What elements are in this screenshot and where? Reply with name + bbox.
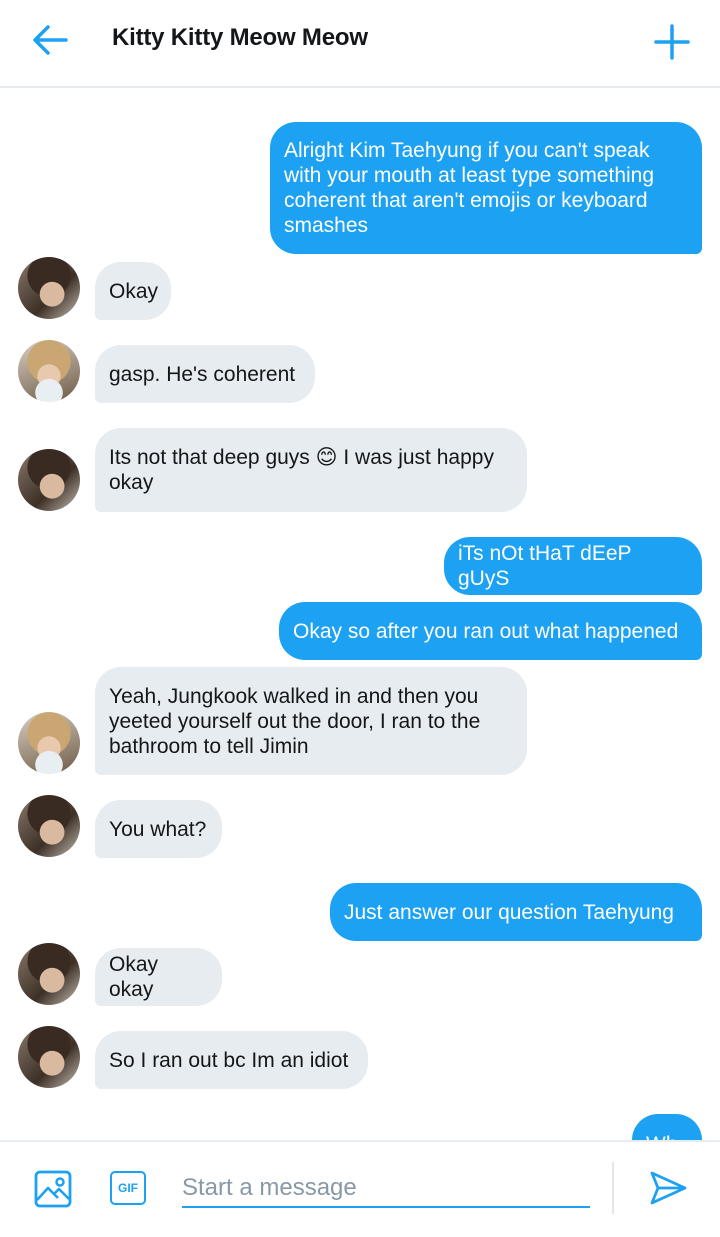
gif-button[interactable]: GIF	[110, 1171, 146, 1205]
outgoing-message[interactable]: iTs nOt tHaT dEeP gUyS	[444, 537, 702, 595]
message-text: Just answer our question Taehyung	[344, 900, 674, 924]
message-text: Yeah, Jungkook walked in and then you ye…	[109, 684, 481, 758]
avatar[interactable]	[18, 257, 80, 319]
incoming-message[interactable]: Its not that deep guys 😊 I was just happ…	[95, 428, 527, 512]
avatar[interactable]	[18, 943, 80, 1005]
message-text: Its not that deep guys 😊 I was just happ…	[109, 446, 494, 494]
message-text: Wh	[646, 1132, 678, 1140]
avatar[interactable]	[18, 712, 80, 774]
avatar[interactable]	[18, 1026, 80, 1088]
message-text: Alright Kim Taehyung if you can't speak …	[284, 139, 655, 237]
plus-icon[interactable]	[652, 22, 692, 62]
incoming-message[interactable]: Okay okay	[95, 948, 222, 1006]
message-list[interactable]: Alright Kim Taehyung if you can't speak …	[0, 90, 720, 1140]
message-text: You what?	[109, 817, 207, 841]
gif-label: GIF	[118, 1181, 138, 1195]
incoming-message[interactable]: You what?	[95, 800, 222, 858]
send-icon[interactable]	[648, 1168, 688, 1208]
message-text: Okay okay	[109, 953, 164, 1001]
avatar[interactable]	[18, 340, 80, 402]
message-text: Okay	[109, 279, 159, 303]
conversation-header: Kitty Kitty Meow Meow	[0, 0, 720, 88]
message-text: gasp. He's coherent	[109, 362, 296, 386]
composer-divider	[612, 1162, 614, 1214]
incoming-message[interactable]: Okay	[95, 262, 171, 320]
arrow-left-icon[interactable]	[30, 22, 70, 58]
conversation-title: Kitty Kitty Meow Meow	[112, 24, 368, 51]
outgoing-message[interactable]: Okay so after you ran out what happened	[279, 602, 702, 660]
message-text: So I ran out bc Im an idiot	[109, 1048, 349, 1072]
message-text: iTs nOt tHaT dEeP gUyS	[458, 542, 637, 590]
avatar[interactable]	[18, 449, 80, 511]
avatar[interactable]	[18, 795, 80, 857]
incoming-message[interactable]: Yeah, Jungkook walked in and then you ye…	[95, 667, 527, 775]
message-composer: GIF	[0, 1140, 720, 1237]
message-input[interactable]	[182, 1170, 590, 1208]
outgoing-message[interactable]: Wh	[632, 1114, 702, 1140]
image-icon[interactable]	[34, 1170, 72, 1208]
outgoing-message[interactable]: Just answer our question Taehyung	[330, 883, 702, 941]
outgoing-message[interactable]: Alright Kim Taehyung if you can't speak …	[270, 122, 702, 254]
message-text: Okay so after you ran out what happened	[293, 619, 679, 643]
incoming-message[interactable]: gasp. He's coherent	[95, 345, 315, 403]
incoming-message[interactable]: So I ran out bc Im an idiot	[95, 1031, 368, 1089]
